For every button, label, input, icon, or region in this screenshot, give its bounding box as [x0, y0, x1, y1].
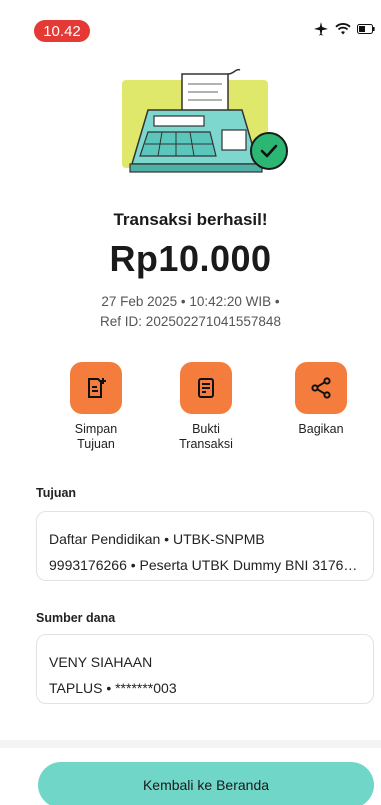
- save-destination-button[interactable]: Simpan Tujuan: [46, 362, 146, 452]
- source-of-funds-card: VENY SIAHAAN TAPLUS • *******003: [36, 634, 374, 704]
- source-of-funds-heading: Sumber dana: [36, 611, 116, 625]
- share-button[interactable]: Bagikan: [271, 362, 371, 437]
- wifi-icon: [335, 23, 351, 35]
- destination-card: Daftar Pendidikan • UTBK-SNPMB 999317626…: [36, 511, 374, 581]
- transaction-ref-id: Ref ID: 202502271041557848: [100, 314, 281, 329]
- source-account-number: TAPLUS • *******003: [49, 680, 177, 696]
- status-icons: [313, 22, 375, 36]
- transaction-proof-button[interactable]: Bukti Transaksi: [156, 362, 256, 452]
- airplane-icon: [313, 22, 329, 36]
- footer-divider: [0, 740, 381, 748]
- battery-icon: [357, 24, 375, 34]
- status-bar: 10.42: [0, 0, 381, 48]
- transaction-datetime: 27 Feb 2025 • 10:42:20 WIB •: [101, 294, 280, 309]
- save-destination-icon: [70, 362, 122, 414]
- receipt-icon: [180, 362, 232, 414]
- success-check-icon: [250, 132, 288, 170]
- transaction-meta: 27 Feb 2025 • 10:42:20 WIB • Ref ID: 202…: [0, 292, 381, 332]
- transaction-status-title: Transaksi berhasil!: [113, 210, 268, 229]
- source-account-name: VENY SIAHAAN: [49, 654, 153, 670]
- destination-line-2: 9993176266 • Peserta UTBK Dummy BNI 3176…: [49, 557, 361, 573]
- destination-line-1: Daftar Pendidikan • UTBK-SNPMB: [49, 531, 265, 547]
- transaction-proof-label: Bukti Transaksi: [179, 422, 233, 451]
- status-time: 10.42: [34, 20, 90, 42]
- save-destination-label: Simpan Tujuan: [74, 422, 118, 451]
- back-to-home-button[interactable]: Kembali ke Beranda: [38, 762, 374, 805]
- destination-heading: Tujuan: [36, 486, 77, 500]
- share-label: Bagikan: [298, 422, 344, 436]
- transaction-amount: Rp10.000: [109, 238, 272, 279]
- share-icon: [295, 362, 347, 414]
